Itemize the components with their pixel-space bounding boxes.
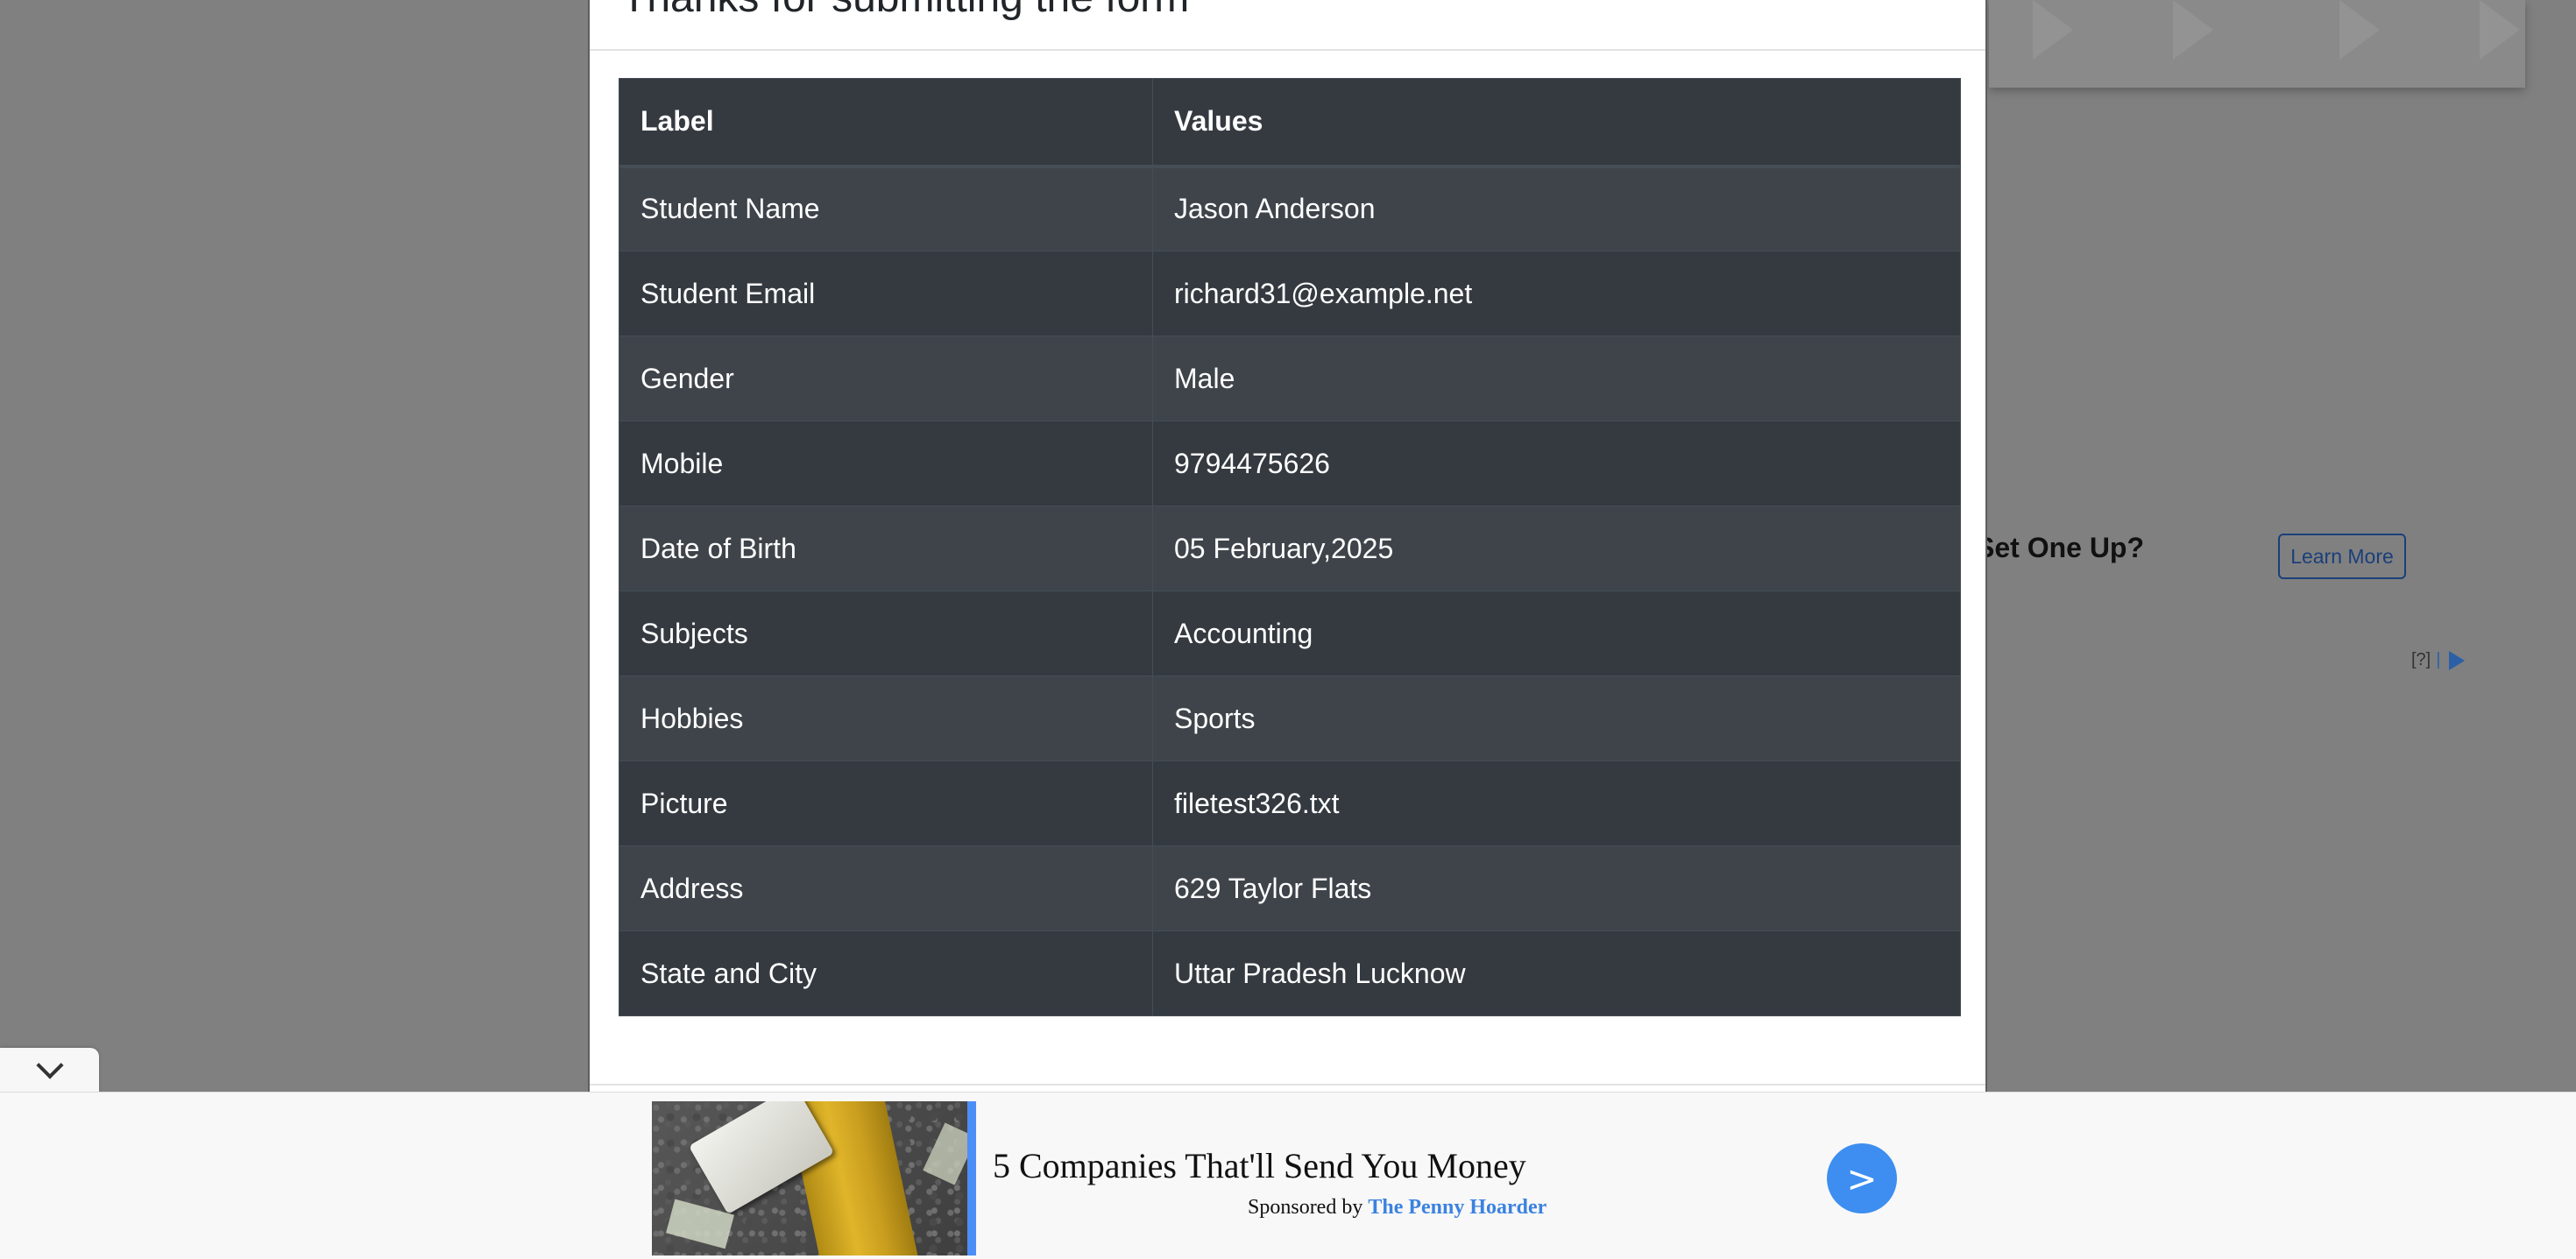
background-ad-video — [1989, 0, 2525, 88]
row-label: Gender — [619, 336, 1153, 421]
row-label: State and City — [619, 930, 1153, 1016]
row-value: Uttar Pradesh Lucknow — [1152, 930, 1961, 1016]
row-value: Accounting — [1152, 591, 1961, 676]
modal-header: Thanks for submitting the form — [590, 0, 1985, 51]
table-row: Mobile 9794475626 — [619, 421, 1961, 506]
row-label: Address — [619, 845, 1153, 931]
table-row: State and City Uttar Pradesh Lucknow — [619, 930, 1961, 1016]
row-label: Date of Birth — [619, 506, 1153, 591]
row-label: Hobbies — [619, 675, 1153, 761]
sponsor-name[interactable]: The Penny Hoarder — [1368, 1196, 1546, 1219]
table-row: Date of Birth 05 February,2025 — [619, 506, 1961, 591]
row-value: Sports — [1152, 675, 1961, 761]
row-label: Subjects — [619, 591, 1153, 676]
ad-info[interactable]: [?] | — [2411, 650, 2466, 670]
adchoices-icon[interactable] — [2449, 650, 2466, 670]
ad-sponsor-line: Sponsored by The Penny Hoarder — [1248, 1196, 1546, 1220]
table-row: Picture filetest326.txt — [619, 760, 1961, 846]
table-row: Hobbies Sports — [619, 675, 1961, 761]
column-header-label: Label — [619, 78, 1153, 168]
ad-image[interactable] — [652, 1101, 976, 1255]
submission-modal: Thanks for submitting the form Label Val… — [588, 0, 1987, 1095]
learn-more-button[interactable]: Learn More — [2278, 534, 2406, 579]
results-table: Label Values Student Name Jason Anderson… — [619, 78, 1961, 1016]
row-value: 629 Taylor Flats — [1152, 845, 1961, 931]
ad-headline[interactable]: 5 Companies That'll Send You Money — [993, 1145, 1526, 1186]
table-header-row: Label Values — [619, 78, 1961, 168]
column-header-values: Values — [1152, 78, 1961, 168]
ad-accent-bar — [967, 1101, 976, 1255]
row-label: Student Email — [619, 251, 1153, 336]
sponsored-by-label: Sponsored by — [1248, 1196, 1363, 1219]
row-value: filetest326.txt — [1152, 760, 1961, 846]
table-row: Subjects Accounting — [619, 591, 1961, 676]
modal-title: Thanks for submitting the form — [621, 0, 1189, 22]
background-ad-headline: Set One Up? — [1976, 532, 2145, 563]
row-value: 9794475626 — [1152, 421, 1961, 506]
row-value: Male — [1152, 336, 1961, 421]
table-row: Address 629 Taylor Flats — [619, 845, 1961, 931]
row-value: Jason Anderson — [1152, 166, 1961, 251]
row-value: richard31@example.net — [1152, 251, 1961, 336]
table-row: Student Email richard31@example.net — [619, 251, 1961, 336]
table-row: Student Name Jason Anderson — [619, 166, 1961, 251]
row-label: Picture — [619, 760, 1153, 846]
table-row: Gender Male — [619, 336, 1961, 421]
bottom-sticky-ad[interactable]: 5 Companies That'll Send You Money Spons… — [0, 1092, 2576, 1259]
modal-footer-divider — [590, 1084, 1985, 1086]
results-table-wrapper: Label Values Student Name Jason Anderson… — [619, 78, 1961, 1016]
ad-go-button[interactable]: > — [1827, 1143, 1897, 1213]
row-label: Student Name — [619, 166, 1153, 251]
chevron-down-icon — [35, 1051, 64, 1079]
row-label: Mobile — [619, 421, 1153, 506]
row-value: 05 February,2025 — [1152, 506, 1961, 591]
ad-collapse-toggle[interactable] — [0, 1048, 99, 1092]
ad-help-link[interactable]: [?] — [2411, 650, 2431, 670]
